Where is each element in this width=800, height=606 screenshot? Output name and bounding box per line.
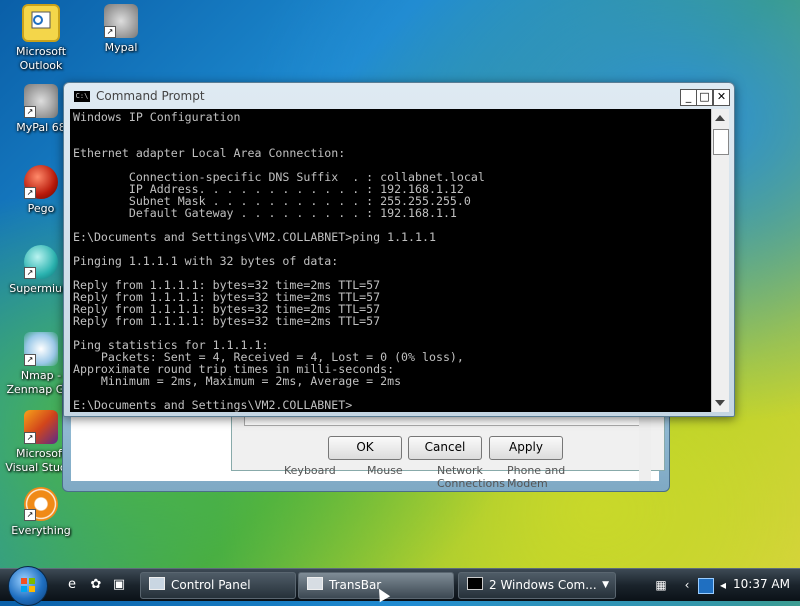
window-title: Command Prompt [96,89,205,103]
vertical-scrollbar[interactable] [711,109,729,412]
shortcut-arrow-icon: ↗ [24,432,36,444]
apply-button[interactable]: Apply [489,436,563,460]
clock[interactable]: 10:37 AM [733,577,790,591]
network-tray-icon[interactable] [698,578,714,594]
taskbar: e ✿ ▣ Control Panel TransBar 2 Windows C… [0,566,800,606]
title-bar[interactable]: C:\ Command Prompt _ □ ✕ [64,83,734,109]
outlook-icon [22,4,60,42]
start-button[interactable] [8,566,48,606]
pego-icon: ↗ [24,165,58,199]
cmd-icon: C:\ [74,91,90,102]
shortcut-arrow-icon: ↗ [24,267,36,279]
transbar-icon [307,577,323,590]
taskbar-button-label: 2 Windows Com... [489,578,597,592]
show-desktop-icon[interactable]: ▣ [111,577,127,593]
control-panel-icon [149,577,165,590]
taskbar-button-label: TransBar [329,578,382,592]
desktop-icon-label: Mypal [104,41,138,54]
scroll-down-icon[interactable] [715,400,725,406]
cancel-button[interactable]: Cancel [408,436,482,460]
taskbar-button-control-panel[interactable]: Control Panel [140,572,296,599]
ie-icon[interactable]: e [64,577,80,593]
windows-flag-icon [21,578,35,592]
mypal-quick-icon[interactable]: ✿ [88,577,104,593]
minimize-button[interactable]: _ [680,89,697,106]
desktop-icon-everything[interactable]: ↗ Everything [1,487,81,538]
close-button[interactable]: ✕ [713,89,730,106]
cmd-icon [467,577,483,590]
mypal-icon: ↗ [104,4,138,38]
shortcut-arrow-icon: ↗ [24,354,36,366]
console-text: Windows IP Configuration Ethernet adapte… [73,110,485,412]
cp-item-mouse[interactable]: Mouse [367,464,403,477]
shortcut-arrow-icon: ↗ [24,106,36,118]
cp-item-network[interactable]: Network Connections [437,464,505,490]
shortcut-arrow-icon: ↗ [24,187,36,199]
volume-icon[interactable]: ◂ [716,578,730,592]
supermium-icon: ↗ [24,245,58,279]
ok-button[interactable]: OK [328,436,402,460]
desktop-icon-label: Microsoft Outlook [15,45,67,72]
shortcut-arrow-icon: ↗ [104,26,116,38]
cp-item-phone-modem[interactable]: Phone and Modem [507,464,571,490]
desktop-icon-mypal[interactable]: ↗ Mypal [81,4,161,55]
desktop-icon-label: Everything [11,524,71,537]
shortcut-arrow-icon: ↗ [24,509,36,521]
scroll-up-icon[interactable] [715,115,725,121]
nmap-icon: ↗ [24,332,58,366]
chevron-left-icon[interactable]: ‹ [680,578,694,592]
mypal68-icon: ↗ [24,84,58,118]
maximize-button[interactable]: □ [696,89,713,106]
desktop-icon-outlook[interactable]: Microsoft Outlook [1,4,81,73]
command-prompt-window[interactable]: C:\ Command Prompt _ □ ✕ Windows IP Conf… [63,82,735,417]
visual-studio-icon: ↗ [24,410,58,444]
everything-icon: ↗ [24,487,58,521]
chevron-down-icon: ▼ [602,580,609,590]
console-output[interactable]: Windows IP Configuration Ethernet adapte… [70,109,711,412]
taskbar-button-label: Control Panel [171,578,251,592]
scroll-thumb[interactable] [713,129,729,155]
taskbar-button-command-windows[interactable]: 2 Windows Com... ▼ [458,572,616,599]
keyboard-icon[interactable]: ▦ [654,578,668,592]
cp-item-keyboard[interactable]: Keyboard [284,464,336,477]
